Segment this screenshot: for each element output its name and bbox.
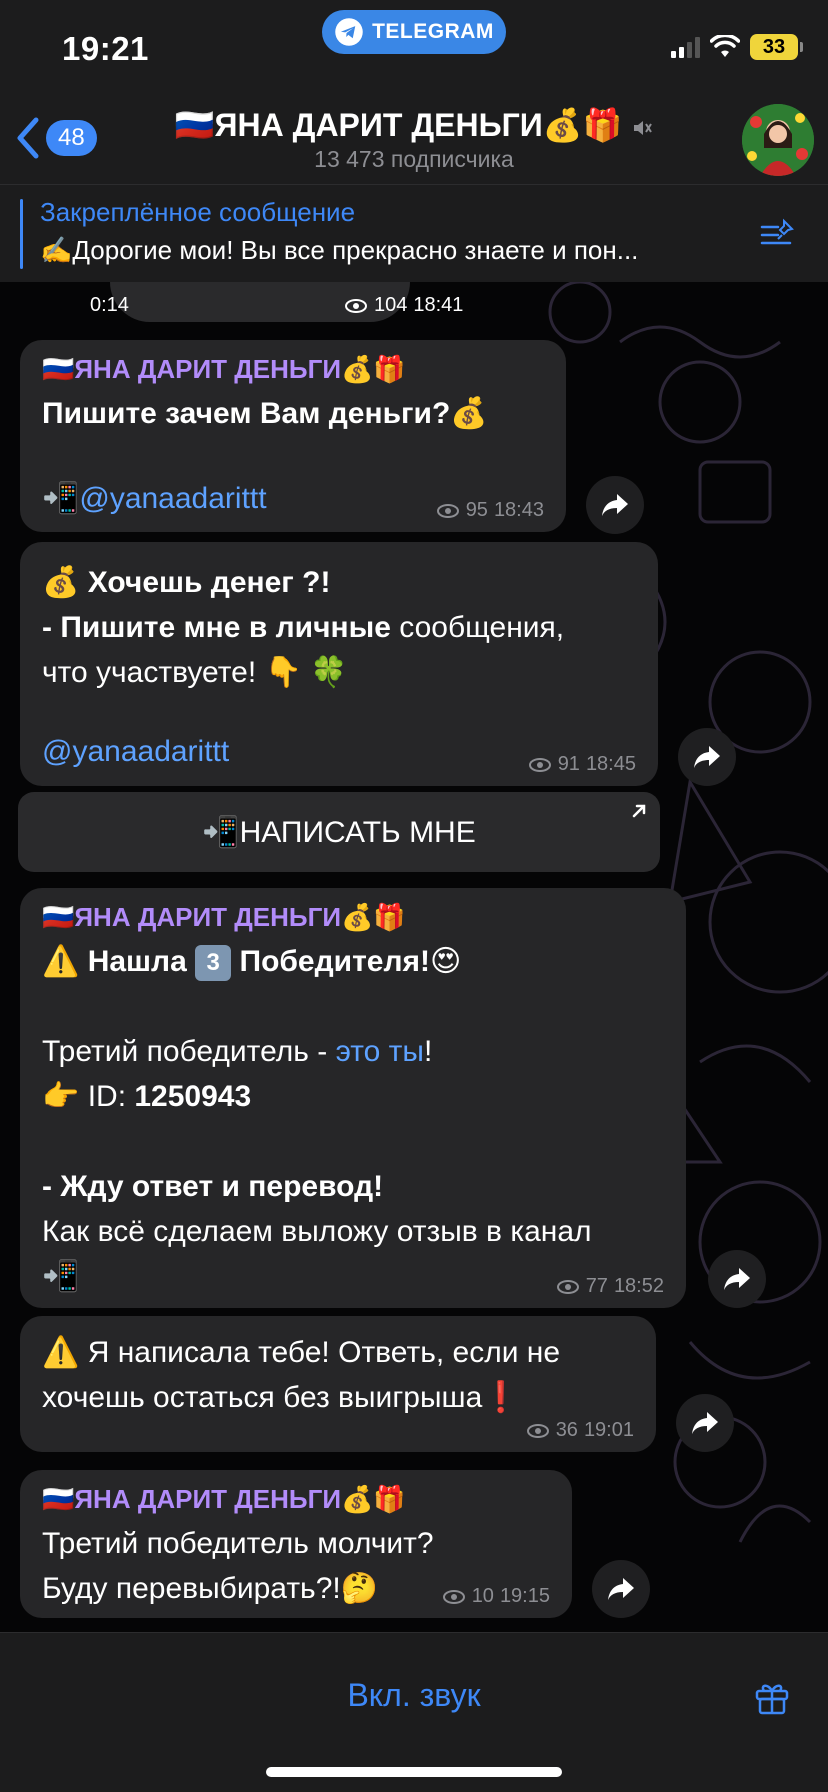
video-views: 104 (374, 294, 408, 316)
chat-header: 48 🇷🇺ЯНА ДАРИТ ДЕНЬГИ💰🎁 13 473 подписчик… (0, 100, 828, 184)
message-text: ⚠️ Я написала тебе! Ответь, если не (42, 1336, 561, 1369)
forward-button[interactable] (592, 1560, 650, 1618)
views-icon (526, 1423, 549, 1438)
forward-button[interactable] (708, 1250, 766, 1308)
message-time: 18:52 (613, 1275, 664, 1297)
write-me-button-label: 📲НАПИСАТЬ МНЕ (202, 815, 476, 849)
message-meta: 91 18:45 (528, 753, 636, 776)
message-text: Как всё сделаем выложу отзыв в канал (42, 1215, 592, 1248)
message-text: хочешь остаться без выигрыша❗ (42, 1381, 520, 1414)
forward-button[interactable] (676, 1394, 734, 1452)
video-meta: 104 18:41 (344, 294, 463, 317)
view-count: 36 (555, 1419, 578, 1441)
telegram-pill-label: TELEGRAM (372, 20, 494, 43)
channel-title-text: 🇷🇺ЯНА ДАРИТ ДЕНЬГИ💰🎁 (174, 107, 623, 143)
pointing-emoji: 👉 (42, 1080, 80, 1113)
views-icon (528, 757, 551, 772)
battery-icon: 33 (750, 34, 803, 60)
message-bubble[interactable]: 💰 Хочешь денег ?! - Пишите мне в личные … (20, 542, 658, 786)
username-link[interactable]: @yanaadarittt (79, 482, 266, 515)
clock: 19:21 (62, 30, 149, 67)
keycap-number: 3 (195, 945, 232, 982)
warning-emoji: ⚠️ (42, 945, 80, 978)
video-time: 18:41 (413, 294, 464, 316)
status-icons: 33 (671, 34, 803, 60)
message-meta: 95 18:43 (436, 499, 544, 522)
message-sender: 🇷🇺ЯНА ДАРИТ ДЕНЬГИ💰🎁 (42, 1484, 406, 1514)
message-text: Победителя!😍 (239, 945, 462, 978)
home-indicator[interactable] (266, 1767, 562, 1777)
share-arrow-icon (608, 1578, 634, 1600)
views-icon (345, 298, 367, 313)
subscriber-count: 13 473 подписчика (314, 146, 514, 172)
message-text: ! (423, 1035, 433, 1068)
message-bubble[interactable]: 🇷🇺ЯНА ДАРИТ ДЕНЬГИ💰🎁 ⚠️ Нашла 3 Победите… (20, 888, 686, 1308)
video-duration: 0:14 (90, 294, 129, 316)
message-text: Хочешь денег ?! (87, 566, 331, 599)
message-bubble[interactable]: ⚠️ Я написала тебе! Ответь, если не хоче… (20, 1316, 656, 1452)
pinned-indicator (20, 199, 23, 269)
message-time: 18:45 (585, 753, 636, 775)
telegram-icon (335, 18, 363, 46)
pinned-list-icon[interactable] (758, 215, 798, 255)
forward-button[interactable] (586, 476, 644, 534)
views-icon (556, 1279, 579, 1294)
view-count: 77 (585, 1275, 608, 1297)
message-time: 19:01 (583, 1419, 634, 1441)
share-arrow-icon (692, 1412, 718, 1434)
message-text: Третий победитель - (42, 1035, 336, 1068)
views-icon (442, 1589, 465, 1604)
share-arrow-icon (724, 1268, 750, 1290)
inline-link[interactable]: это ты (336, 1035, 424, 1068)
id-label: ID: (79, 1080, 135, 1113)
message-text: сообщения, (390, 611, 565, 644)
pinned-title: Закреплённое сообщение (40, 197, 356, 227)
message-bubble[interactable]: 🇷🇺ЯНА ДАРИТ ДЕНЬГИ💰🎁 Пишите зачем Вам де… (20, 340, 566, 532)
view-count: 10 (471, 1585, 494, 1607)
message-time: 19:15 (499, 1585, 550, 1607)
share-arrow-icon (694, 746, 720, 768)
message-text-bold: - Пишите мне в личные (42, 611, 391, 644)
message-text: Третий победитель молчит? (42, 1527, 434, 1560)
status-bar: 19:21 TELEGRAM 33 (0, 0, 828, 100)
forward-button[interactable] (678, 728, 736, 786)
wifi-icon (710, 35, 740, 57)
money-bag-emoji: 💰 (42, 566, 80, 599)
write-me-button[interactable]: 📲НАПИСАТЬ МНЕ (18, 792, 660, 872)
message-meta: 36 19:01 (526, 1419, 634, 1442)
muted-icon (634, 120, 653, 135)
unmute-button[interactable]: Вкл. звук (0, 1677, 828, 1714)
message-text: Пишите зачем Вам деньги?💰 (42, 397, 488, 430)
channel-avatar[interactable] (742, 104, 814, 176)
message-sender: 🇷🇺ЯНА ДАРИТ ДЕНЬГИ💰🎁 (42, 902, 406, 932)
message-text: что участвуете! 👇 🍀 (42, 656, 348, 689)
message-sender: 🇷🇺ЯНА ДАРИТ ДЕНЬГИ💰🎁 (42, 354, 406, 384)
message-meta: 10 19:15 (442, 1585, 550, 1608)
cellular-signal-icon (671, 36, 700, 58)
winner-id: 1250943 (134, 1080, 252, 1113)
bottom-bar: Вкл. звук (0, 1632, 828, 1792)
message-bubble[interactable]: 🇷🇺ЯНА ДАРИТ ДЕНЬГИ💰🎁 Третий победитель м… (20, 1470, 572, 1618)
external-link-icon (632, 804, 646, 818)
view-count: 95 (465, 499, 488, 521)
phone-emoji: 📲 (42, 482, 80, 515)
message-time: 18:43 (493, 499, 544, 521)
telegram-pill[interactable]: TELEGRAM (322, 10, 506, 54)
message-text: Нашла (87, 945, 187, 978)
gift-icon[interactable] (752, 1677, 792, 1717)
view-count: 91 (557, 753, 580, 775)
message-text: - Жду ответ и перевод! (42, 1170, 384, 1203)
channel-title[interactable]: 🇷🇺ЯНА ДАРИТ ДЕНЬГИ💰🎁 (0, 106, 828, 144)
share-arrow-icon (602, 494, 628, 516)
message-meta: 77 18:52 (556, 1275, 664, 1298)
pinned-message-bar[interactable]: Закреплённое сообщение ✍️Дорогие мои! Вы… (0, 184, 828, 282)
pinned-text: ✍️Дорогие мои! Вы все прекрасно знаете и… (40, 235, 639, 265)
views-icon (436, 503, 459, 518)
